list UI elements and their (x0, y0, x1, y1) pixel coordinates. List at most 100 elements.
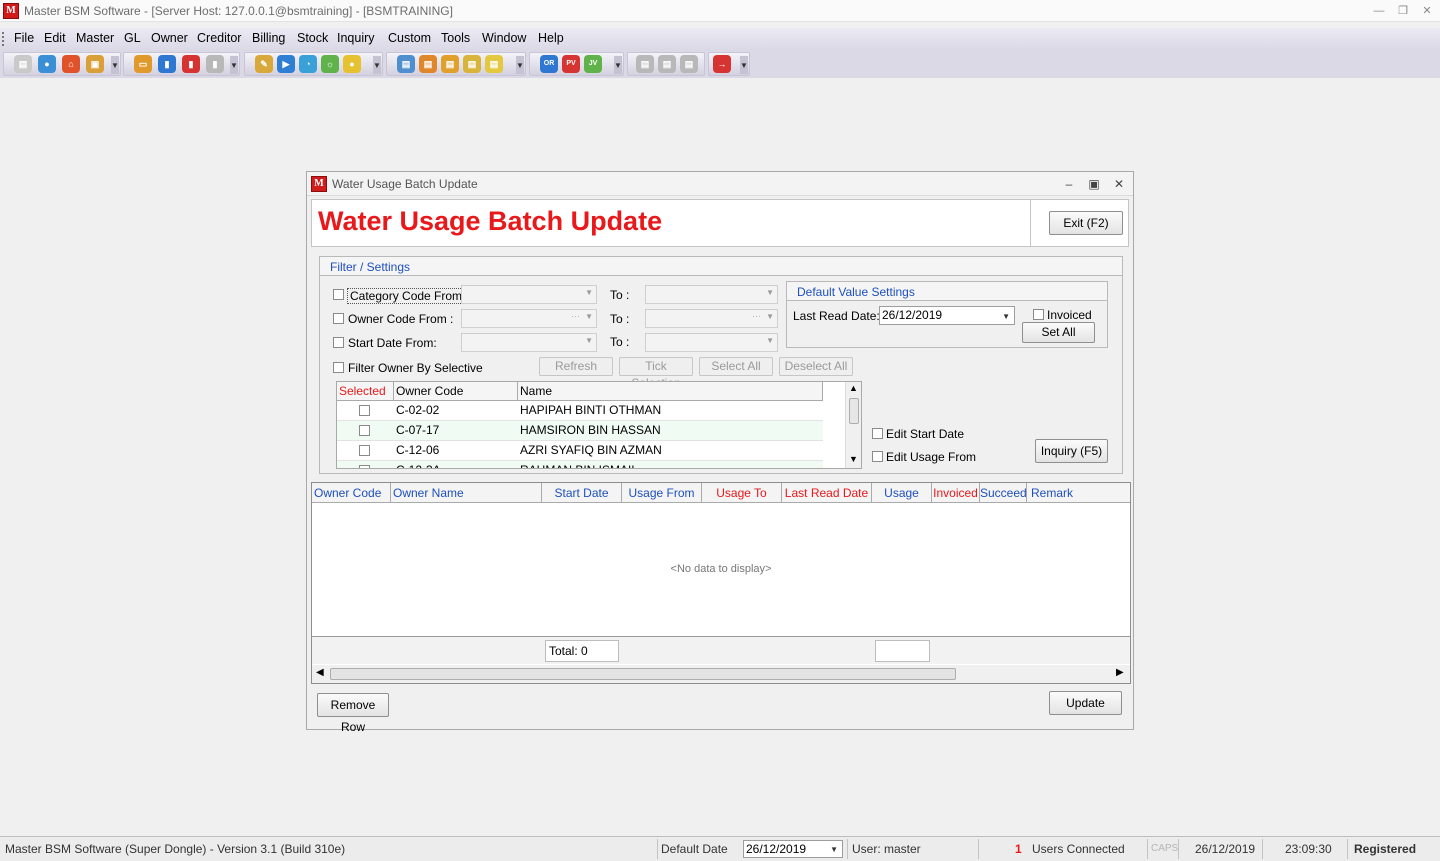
toolbar-dropdown-4[interactable]: ▼ (516, 56, 524, 74)
scroll-thumb[interactable] (330, 668, 956, 680)
lightbulb-icon[interactable]: ☼ (321, 55, 339, 73)
edit-start-date-checkbox[interactable] (872, 428, 883, 439)
menu-help[interactable]: Help (538, 31, 564, 45)
house-icon[interactable]: ⌂ (62, 55, 80, 73)
menu-window[interactable]: Window (482, 31, 526, 45)
start-date-from-select[interactable]: ▼ (461, 333, 597, 352)
menu-creditor[interactable]: Creditor (197, 31, 241, 45)
row-select-checkbox[interactable] (359, 425, 370, 436)
filter-selective-checkbox[interactable] (333, 362, 344, 373)
inquiry-button[interactable]: Inquiry (F5) (1035, 439, 1108, 463)
menu-gl[interactable]: GL (124, 31, 141, 45)
globe-icon[interactable]: ● (38, 55, 56, 73)
owner-row[interactable]: C-12-06 AZRI SYAFIQ BIN AZMAN (337, 441, 823, 461)
ellipsis-icon[interactable]: ··· (752, 311, 761, 321)
exit-button[interactable]: Exit (F2) (1049, 211, 1123, 235)
jv-icon[interactable]: JV (584, 55, 602, 73)
payment-icon[interactable]: ▤ (441, 55, 459, 73)
owner-row[interactable]: C-02-02 HAPIPAH BINTI OTHMAN (337, 401, 823, 421)
pv-icon[interactable]: PV (562, 55, 580, 73)
last-read-date-input[interactable]: 26/12/2019 ▼ (879, 306, 1015, 325)
exit-icon[interactable]: → (713, 55, 731, 73)
col-invoiced[interactable]: Invoiced (932, 483, 980, 503)
document-icon[interactable]: ▤ (14, 55, 32, 73)
child-minimize-icon[interactable]: – (1059, 176, 1079, 192)
stamp-icon[interactable]: ▤ (485, 55, 503, 73)
results-grid-hscrollbar[interactable]: ◀ ▶ (312, 665, 1130, 683)
update-button[interactable]: Update (1049, 691, 1122, 715)
owner-row[interactable]: C-12-3A RAHMAN BIN ISMAIL (337, 461, 823, 468)
menu-custom[interactable]: Custom (388, 31, 431, 45)
book-blue-icon[interactable]: ▮ (158, 55, 176, 73)
owner-code-to-select[interactable]: ··· ▼ (645, 309, 778, 328)
scroll-up-icon[interactable]: ▲ (849, 383, 858, 393)
note-icon[interactable]: ▤ (463, 55, 481, 73)
category-code-checkbox[interactable] (333, 289, 344, 300)
book-grey-icon[interactable]: ▮ (206, 55, 224, 73)
col-last-read-date[interactable]: Last Read Date (782, 483, 872, 503)
row-select-checkbox[interactable] (359, 445, 370, 456)
tick-selection-button[interactable]: Tick Selection (619, 357, 693, 390)
start-date-to-select[interactable]: ▼ (645, 333, 778, 352)
col-remark[interactable]: Remark (1027, 483, 1130, 503)
pen-icon[interactable]: ✎ (255, 55, 273, 73)
row-select-checkbox[interactable] (359, 405, 370, 416)
select-all-button[interactable]: Select All (699, 357, 773, 376)
close-icon[interactable]: ✕ (1415, 3, 1439, 19)
row-select-checkbox[interactable] (359, 465, 370, 468)
toolbar-dropdown-7[interactable]: ▼ (740, 56, 748, 74)
menu-billing[interactable]: Billing (252, 31, 285, 45)
category-code-from-select[interactable]: ▼ (461, 285, 597, 304)
menu-inquiry[interactable]: Inquiry (337, 31, 375, 45)
menu-master[interactable]: Master (76, 31, 114, 45)
col-usage-to[interactable]: Usage To (702, 483, 782, 503)
menu-edit[interactable]: Edit (44, 31, 66, 45)
print-icon[interactable]: ▤ (636, 55, 654, 73)
chart-icon[interactable]: ◔ (299, 55, 317, 73)
default-date-input[interactable]: 26/12/2019 ▼ (743, 840, 843, 858)
folder-icon[interactable]: ▭ (134, 55, 152, 73)
invoice-icon[interactable]: ▤ (419, 55, 437, 73)
owner-row[interactable]: C-07-17 HAMSIRON BIN HASSAN (337, 421, 823, 441)
or-icon[interactable]: OR (540, 55, 558, 73)
menu-grip[interactable] (2, 32, 5, 46)
invoiced-checkbox[interactable] (1033, 309, 1044, 320)
scroll-right-icon[interactable]: ▶ (1116, 667, 1124, 678)
child-maximize-icon[interactable]: ▣ (1084, 176, 1104, 192)
deselect-all-button[interactable]: Deselect All (779, 357, 853, 376)
boxes-icon[interactable]: ▣ (86, 55, 104, 73)
col-owner-code[interactable]: Owner Code (394, 382, 518, 401)
minimize-icon[interactable]: — (1367, 3, 1391, 19)
col-usage[interactable]: Usage (872, 483, 932, 503)
menu-owner[interactable]: Owner (151, 31, 188, 45)
menu-stock[interactable]: Stock (297, 31, 328, 45)
toolbar-dropdown-2[interactable]: ▼ (230, 56, 238, 74)
scroll-left-icon[interactable]: ◀ (316, 667, 324, 678)
print-preview-icon[interactable]: ▤ (658, 55, 676, 73)
remove-row-button[interactable]: Remove Row (317, 693, 389, 734)
menu-file[interactable]: File (14, 31, 34, 45)
toolbar-dropdown-3[interactable]: ▼ (373, 56, 381, 74)
col-start-date[interactable]: Start Date (542, 483, 622, 503)
owner-grid-scrollbar[interactable]: ▲ ▼ (845, 382, 861, 468)
receipt-icon[interactable]: ▤ (397, 55, 415, 73)
col-name[interactable]: Name (518, 382, 823, 401)
toolbar-dropdown-5[interactable]: ▼ (614, 56, 622, 74)
col-selected[interactable]: Selected (337, 382, 394, 401)
book-red-icon[interactable]: ▮ (182, 55, 200, 73)
owner-code-checkbox[interactable] (333, 313, 344, 324)
refresh-button[interactable]: Refresh (539, 357, 613, 376)
ellipsis-icon[interactable]: ··· (571, 311, 580, 321)
col-owner-code[interactable]: Owner Code (312, 483, 391, 503)
coin-icon[interactable]: ● (343, 55, 361, 73)
category-code-to-select[interactable]: ▼ (645, 285, 778, 304)
start-date-checkbox[interactable] (333, 337, 344, 348)
edit-usage-from-checkbox[interactable] (872, 451, 883, 462)
chevron-down-icon[interactable]: ▼ (830, 842, 838, 858)
col-succeed[interactable]: Succeed (980, 483, 1027, 503)
restore-icon[interactable]: ❐ (1391, 3, 1415, 19)
play-icon[interactable]: ▶ (277, 55, 295, 73)
col-usage-from[interactable]: Usage From (622, 483, 702, 503)
set-all-button[interactable]: Set All (1022, 322, 1095, 343)
export-icon[interactable]: ▤ (680, 55, 698, 73)
